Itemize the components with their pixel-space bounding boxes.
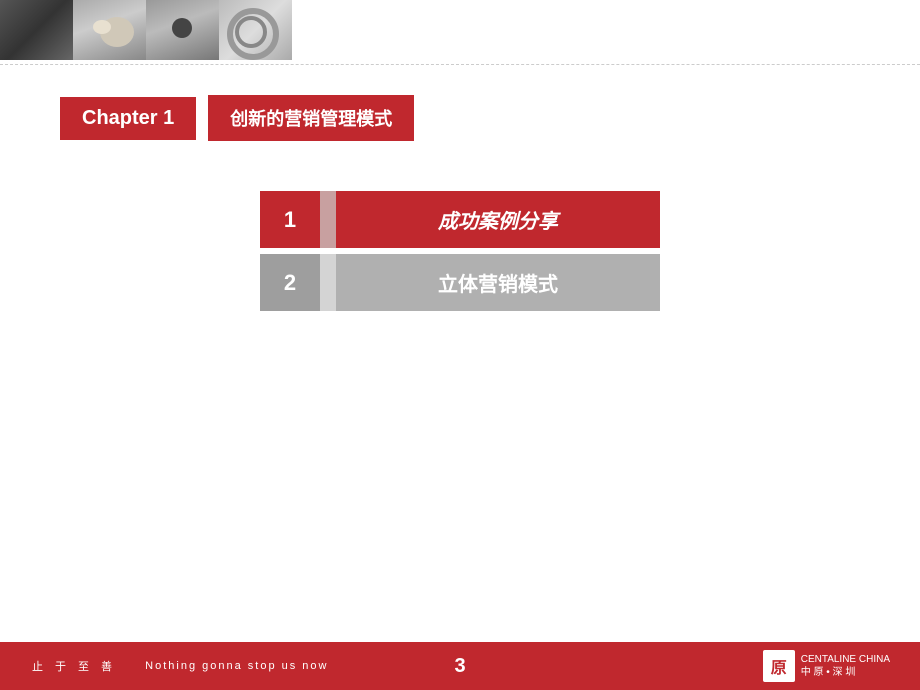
footer-page-number: 3 [454, 655, 465, 678]
item-label-2: 立体营销模式 [336, 254, 660, 311]
chapter-subtitle-text: 创新的营销管理模式 [230, 109, 392, 129]
footer-motto-char-1: 止 [32, 658, 45, 674]
centaline-line1: CENTALINE CHINA [801, 653, 890, 666]
item-number-2: 2 [260, 254, 320, 311]
item-connector-1 [320, 191, 336, 248]
item-1-number: 1 [284, 207, 296, 233]
header-img-stone2 [146, 0, 219, 60]
footer-separator-2: 至 [78, 658, 91, 674]
footer-separator-3: 善 [101, 658, 114, 674]
chapter-subtitle: 创新的营销管理模式 [208, 95, 414, 141]
centaline-icon-char: 原 [771, 654, 787, 678]
footer-right: 原 CENTALINE CHINA 中 原 • 深 圳 [763, 650, 890, 682]
header-img-stones [73, 0, 146, 60]
footer-separator-1: 于 [55, 658, 68, 674]
centaline-icon: 原 [763, 650, 795, 682]
item-number-1: 1 [260, 191, 320, 248]
footer-tagline: Nothing gonna stop us now [145, 660, 328, 672]
item-connector-2 [320, 254, 336, 311]
item-row-2: 2 立体营销模式 [260, 254, 660, 311]
item-row-1: 1 成功案例分享 [260, 191, 660, 248]
centaline-text: CENTALINE CHINA 中 原 • 深 圳 [801, 653, 890, 679]
centaline-logo: 原 CENTALINE CHINA 中 原 • 深 圳 [763, 650, 890, 682]
items-section: 1 成功案例分享 2 立体营销模式 [60, 191, 860, 311]
item-2-label-text: 立体营销模式 [438, 268, 558, 297]
footer: 止 于 至 善 Nothing gonna stop us now 3 原 CE… [0, 642, 920, 690]
header-img-spiral [219, 0, 292, 60]
main-content: Chapter 1 创新的营销管理模式 1 成功案例分享 2 立体营销模式 [0, 65, 920, 341]
centaline-line2: 中 原 • 深 圳 [801, 666, 890, 679]
chapter-badge-text: Chapter 1 [82, 107, 174, 130]
chapter-badge: Chapter 1 [60, 97, 196, 140]
item-1-label-text: 成功案例分享 [438, 205, 558, 234]
header-img-dark [0, 0, 73, 60]
footer-left: 止 于 至 善 Nothing gonna stop us now [30, 658, 331, 674]
item-label-1: 成功案例分享 [336, 191, 660, 248]
chapter-row: Chapter 1 创新的营销管理模式 [60, 95, 860, 141]
header-images [0, 0, 220, 60]
item-2-number: 2 [284, 270, 296, 296]
